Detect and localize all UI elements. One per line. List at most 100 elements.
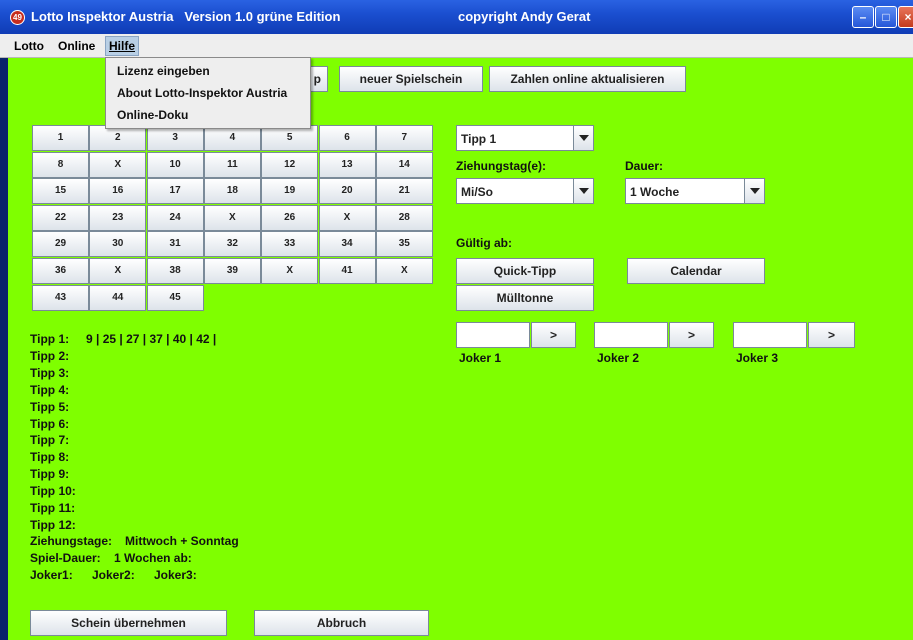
- menu-item-online-doku[interactable]: Online-Doku: [117, 108, 188, 122]
- ziehungstag-select-value: Mi/So: [461, 185, 493, 199]
- dauer-summary-value: 1 Wochen ab:: [114, 551, 192, 565]
- ziehungstag-label: Ziehungstag(e):: [456, 159, 546, 173]
- hilfe-dropdown: Lizenz eingeben About Lotto-Inspektor Au…: [105, 57, 311, 129]
- number-cell[interactable]: 19: [261, 178, 319, 205]
- chevron-down-icon[interactable]: [573, 179, 593, 203]
- new-ticket-button[interactable]: neuer Spielschein: [339, 66, 483, 92]
- dauer-select[interactable]: 1 Woche: [625, 178, 765, 204]
- number-cell[interactable]: 11: [203, 151, 261, 178]
- joker-3-button[interactable]: >: [808, 322, 855, 348]
- joker-2-button[interactable]: >: [669, 322, 714, 348]
- number-cell[interactable]: 22: [32, 204, 89, 231]
- number-cell[interactable]: 36: [32, 258, 89, 284]
- number-cell[interactable]: 13: [318, 151, 376, 178]
- joker3-summary-label: Joker3:: [154, 568, 197, 582]
- number-cell[interactable]: X: [89, 258, 147, 284]
- number-cell[interactable]: 26: [261, 204, 319, 231]
- number-cell[interactable]: 1: [32, 125, 89, 151]
- menu-item-about[interactable]: About Lotto-Inspektor Austria: [117, 86, 287, 100]
- number-cell[interactable]: 41: [318, 258, 376, 284]
- minimize-icon: –: [859, 10, 867, 24]
- number-cell[interactable]: 38: [146, 258, 204, 284]
- number-cell[interactable]: 35: [375, 231, 433, 258]
- quick-tipp-button[interactable]: Quick-Tipp: [456, 258, 594, 284]
- number-cell[interactable]: 23: [89, 204, 147, 231]
- number-cell[interactable]: 15: [32, 178, 89, 205]
- gueltig-ab-label: Gültig ab:: [456, 236, 512, 250]
- number-cell[interactable]: 33: [261, 231, 319, 258]
- chevron-down-icon[interactable]: [744, 179, 764, 203]
- copyright-text: copyright Andy Gerat: [458, 9, 591, 24]
- number-cell[interactable]: X: [318, 204, 376, 231]
- number-cell[interactable]: 24: [146, 204, 204, 231]
- accept-ticket-button[interactable]: Schein übernehmen: [30, 610, 227, 636]
- number-cell[interactable]: 6: [318, 125, 376, 151]
- joker2-summary-label: Joker2:: [92, 568, 135, 582]
- number-cell[interactable]: 14: [375, 151, 433, 178]
- number-cell[interactable]: 39: [203, 258, 261, 284]
- number-cell[interactable]: X: [203, 204, 261, 231]
- joker-1-label: Joker 1: [459, 351, 502, 365]
- tipp-summary-label: Tipp 10:: [30, 484, 76, 499]
- tipp-summary-label: Tipp 4:: [30, 382, 70, 397]
- number-cell[interactable]: 34: [318, 231, 376, 258]
- number-cell[interactable]: 7: [375, 125, 433, 151]
- tipp-summary-label: Tipp 11:: [30, 501, 76, 515]
- joker-1-input[interactable]: [456, 322, 530, 348]
- joker1-summary-label: Joker1:: [30, 568, 73, 582]
- number-cell[interactable]: 16: [89, 178, 147, 205]
- joker-1-button[interactable]: >: [531, 322, 576, 348]
- menu-item-online-doku-label: Online-Doku: [117, 108, 189, 122]
- tipp-summary-label: Tipp 7:: [30, 433, 70, 448]
- tipp-summary-label: Tipp 5:: [30, 399, 70, 414]
- number-cell[interactable]: X: [261, 258, 319, 284]
- minimize-button[interactable]: –: [852, 6, 874, 28]
- tipp-summary-label: Tipp 2:: [30, 348, 70, 363]
- number-cell[interactable]: 20: [318, 178, 376, 205]
- joker-3-label: Joker 3: [736, 351, 779, 365]
- number-cell[interactable]: 43: [32, 284, 89, 311]
- dauer-select-value: 1 Woche: [630, 185, 680, 199]
- menu-hilfe[interactable]: Hilfe: [105, 36, 140, 56]
- tipp-select[interactable]: Tipp 1: [456, 125, 594, 151]
- tipp-summary-value: 9 | 25 | 27 | 37 | 40 | 42 |: [86, 332, 217, 346]
- tipp-summary-label: Tipp 6:: [30, 416, 70, 431]
- cancel-button[interactable]: Abbruch: [254, 610, 429, 636]
- number-cell[interactable]: X: [375, 258, 433, 284]
- number-cell[interactable]: 29: [32, 231, 89, 258]
- main-panel: p neuer Spielschein Zahlen online aktual…: [8, 58, 913, 640]
- joker-2-label: Joker 2: [597, 351, 640, 365]
- ziehungstag-select[interactable]: Mi/So: [456, 178, 594, 204]
- maximize-button[interactable]: □: [875, 6, 897, 28]
- number-cell[interactable]: 8: [32, 151, 89, 178]
- number-cell[interactable]: X: [89, 151, 147, 178]
- menu-hilfe-label: Hilfe: [109, 39, 136, 53]
- menu-online[interactable]: Online: [58, 39, 95, 53]
- muelltonne-button[interactable]: Mülltonne: [456, 285, 594, 311]
- number-cell[interactable]: 45: [146, 284, 204, 311]
- chevron-down-icon[interactable]: [573, 126, 593, 150]
- menu-item-about-label: About Lotto-Inspektor Austria: [117, 86, 288, 100]
- calendar-button[interactable]: Calendar: [627, 258, 765, 284]
- number-cell[interactable]: 44: [89, 284, 147, 311]
- number-cell[interactable]: 30: [89, 231, 147, 258]
- number-cell[interactable]: 28: [375, 204, 433, 231]
- joker-2-input[interactable]: [594, 322, 668, 348]
- close-button[interactable]: ×: [898, 6, 913, 28]
- tipp-select-value: Tipp 1: [461, 132, 497, 146]
- tipp-summary-label: Tipp 12:: [30, 517, 76, 532]
- number-cell[interactable]: 31: [146, 231, 204, 258]
- menu-lotto[interactable]: Lotto: [14, 39, 44, 53]
- number-cell[interactable]: 12: [261, 151, 319, 178]
- number-cell[interactable]: 18: [203, 178, 261, 205]
- number-cell[interactable]: 10: [146, 151, 204, 178]
- joker-3-input[interactable]: [733, 322, 807, 348]
- window-title: Lotto Inspektor Austria Version 1.0 grün…: [31, 9, 341, 24]
- ziehungstage-summary-value: Mittwoch + Sonntag: [125, 534, 239, 548]
- number-cell[interactable]: 17: [146, 178, 204, 205]
- menu-item-lizenz[interactable]: Lizenz eingeben: [117, 64, 210, 78]
- number-cell[interactable]: 32: [203, 231, 261, 258]
- tipp-summary-label: Tipp 9:: [30, 467, 70, 482]
- number-cell[interactable]: 21: [375, 178, 433, 205]
- update-online-button[interactable]: Zahlen online aktualisieren: [489, 66, 686, 92]
